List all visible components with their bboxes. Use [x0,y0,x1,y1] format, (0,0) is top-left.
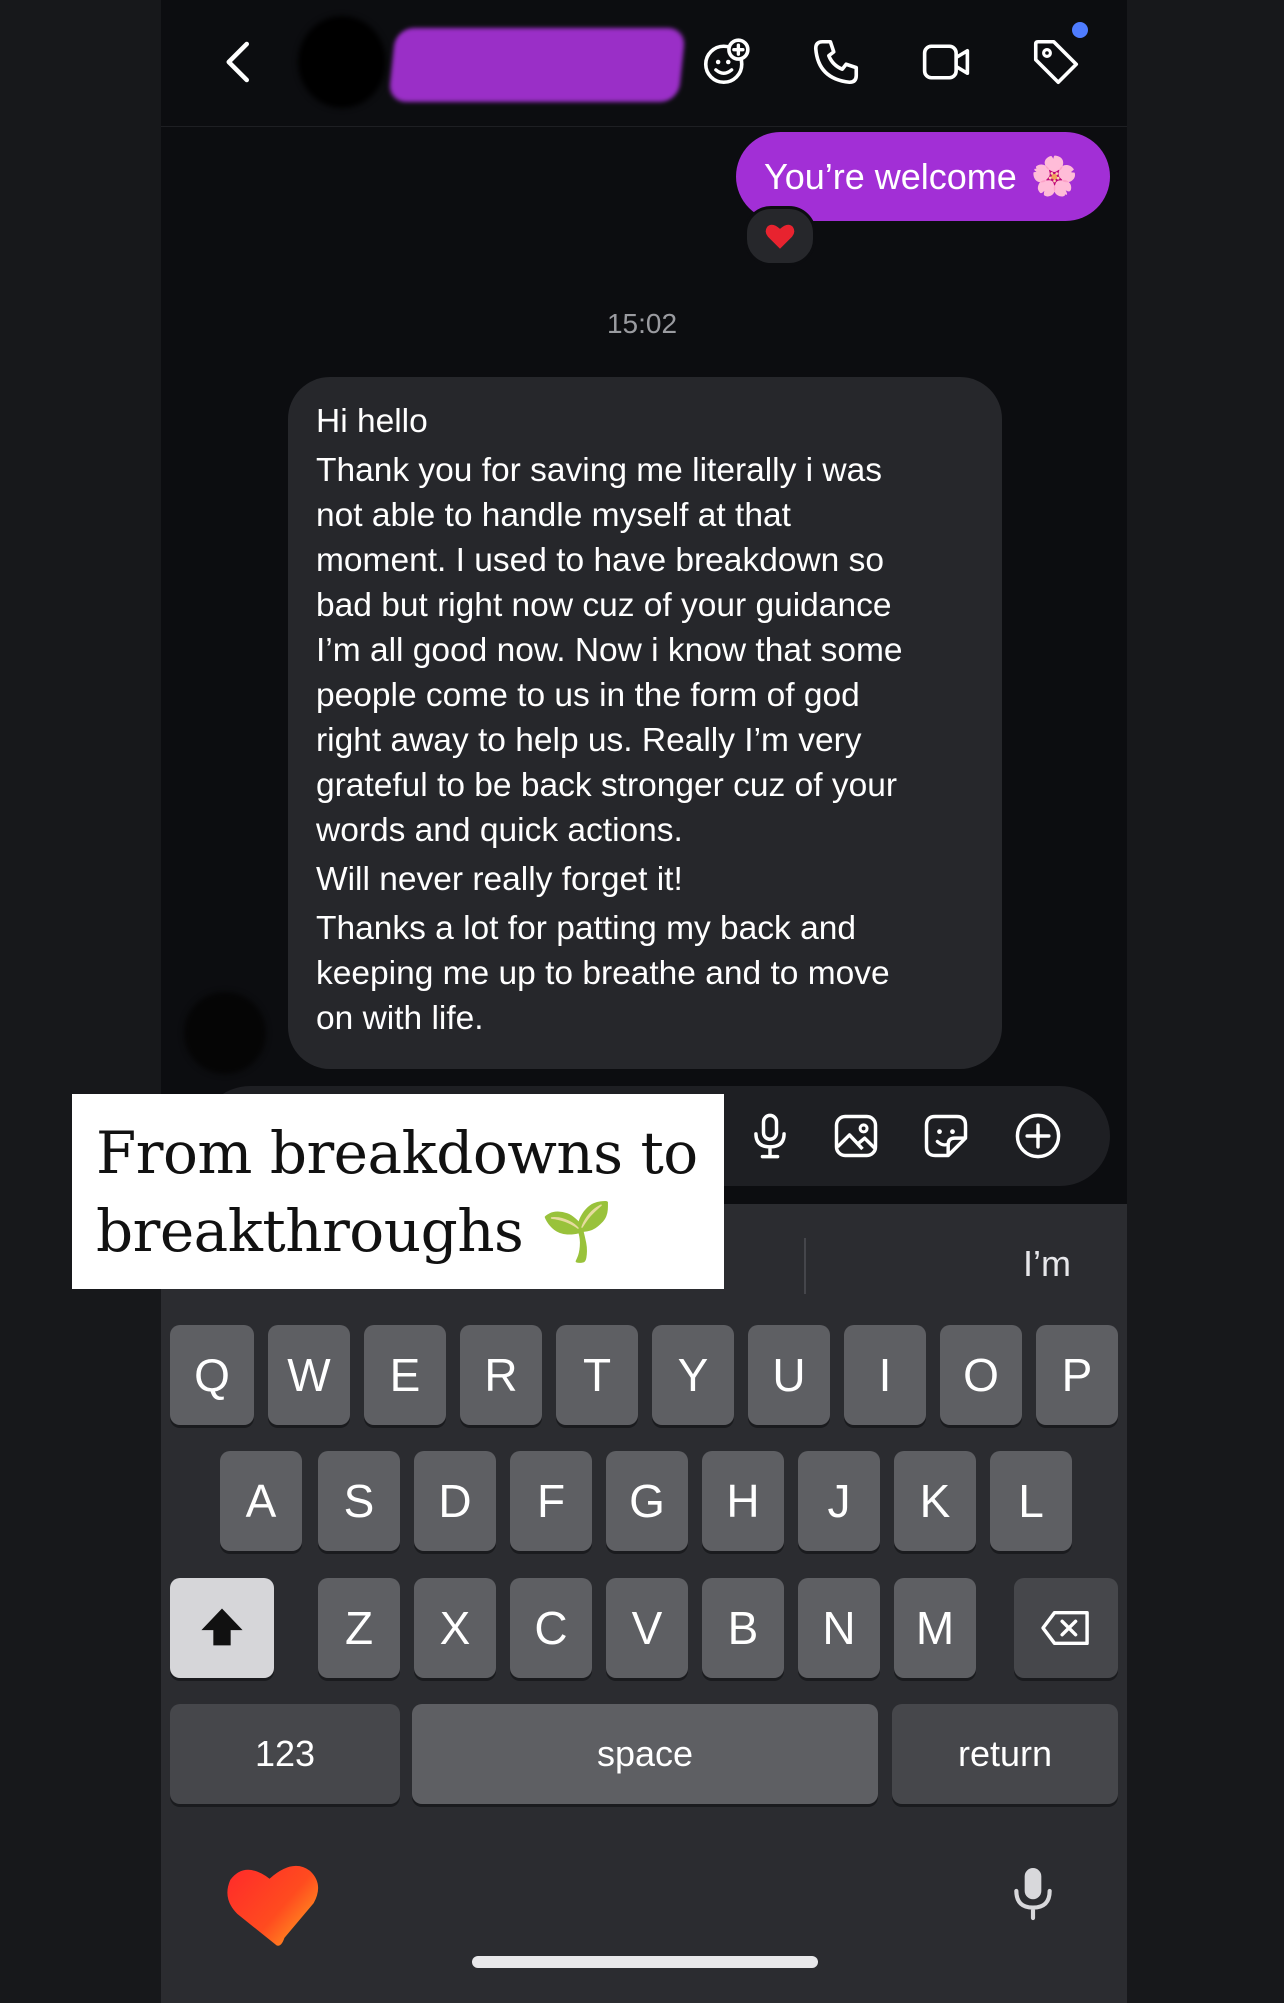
key-w[interactable]: W [268,1325,350,1425]
sticker-button[interactable] [918,1108,974,1164]
message-line: Thank you for saving me literally i was [316,452,882,489]
call-button[interactable] [806,32,866,92]
shift-arrow-icon [201,1608,243,1646]
video-icon [922,44,970,80]
key-d[interactable]: D [414,1451,496,1551]
key-x[interactable]: X [414,1578,496,1678]
message-timestamp: 15:02 [606,308,678,339]
video-call-button[interactable] [916,32,976,92]
caption-line-2: breakthroughs 🌱 [96,1192,724,1270]
key-z[interactable]: Z [318,1578,400,1678]
caption-line-2-text: breakthroughs [96,1197,524,1265]
space-key[interactable]: space [412,1704,878,1804]
key-q[interactable]: Q [170,1325,254,1425]
tag-button[interactable] [1026,32,1086,92]
add-effects-icon [703,38,750,85]
dictation-microphone-icon [1014,1868,1052,1921]
key-v[interactable]: V [606,1578,688,1678]
message-line: Thanks a lot for patting my back and [316,910,857,947]
phone-icon [813,39,859,85]
key-e[interactable]: E [364,1325,446,1425]
notification-dot [1072,22,1088,38]
message-line: words and quick actions. [316,812,683,849]
message-line: on with life. [316,1000,484,1037]
message-line: keeping me up to breathe and to move [316,955,890,992]
numbers-key[interactable]: 123 [170,1704,400,1804]
message-line: I’m all good now. Now i know that some [316,632,903,669]
key-a[interactable]: A [220,1451,302,1551]
key-y[interactable]: Y [652,1325,734,1425]
key-l[interactable]: L [990,1451,1072,1551]
gradient-heart-icon [227,1865,319,1946]
incoming-message[interactable]: Hi hello Thank you for saving me literal… [288,377,1002,1069]
message-line: moment. I used to have breakdown so [316,542,884,579]
key-m[interactable]: M [894,1578,976,1678]
caption-line-1: From breakdowns to [96,1119,698,1187]
key-p[interactable]: P [1036,1325,1118,1425]
sender-avatar[interactable] [184,992,266,1074]
voice-message-button[interactable] [742,1108,798,1164]
contact-name-redacted[interactable] [388,28,686,102]
contact-avatar[interactable] [298,16,386,108]
flower-emoji: 🌸 [1030,155,1079,198]
key-b[interactable]: B [702,1578,784,1678]
message-line: people come to us in the form of god [316,677,860,714]
key-k[interactable]: K [894,1451,976,1551]
key-n[interactable]: N [798,1578,880,1678]
seedling-emoji: 🌱 [541,1197,613,1265]
message-line: right away to help us. Really I’m very [316,722,862,759]
effects-button[interactable] [696,32,756,92]
microphone-icon [754,1113,786,1159]
key-i[interactable]: I [844,1325,926,1425]
backspace-key[interactable] [1014,1578,1118,1678]
home-indicator[interactable] [472,1956,818,1968]
key-f[interactable]: F [510,1451,592,1551]
tag-icon [1033,39,1079,85]
outgoing-message-text: You’re welcome [764,155,1017,197]
dictation-button[interactable] [1004,1858,1062,1928]
heart-reaction-icon [765,224,795,249]
shift-key[interactable] [170,1578,274,1678]
message-line: grateful to be back stronger cuz of your [316,767,897,804]
more-button[interactable] [1010,1108,1066,1164]
key-j[interactable]: J [798,1451,880,1551]
key-r[interactable]: R [460,1325,542,1425]
message-line: not able to handle myself at that [316,497,791,534]
key-u[interactable]: U [748,1325,830,1425]
key-s[interactable]: S [318,1451,400,1551]
return-key[interactable]: return [892,1704,1118,1804]
gallery-button[interactable] [828,1108,884,1164]
message-line: bad but right now cuz of your guidance [316,587,892,624]
gallery-icon [834,1114,878,1158]
message-line: Hi hello [316,403,428,440]
key-o[interactable]: O [940,1325,1022,1425]
chevron-left-icon [226,41,249,83]
key-t[interactable]: T [556,1325,638,1425]
key-h[interactable]: H [702,1451,784,1551]
back-button[interactable] [210,32,270,92]
plus-circle-icon [1015,1113,1061,1159]
message-line: Will never really forget it! [316,861,683,898]
sticker-icon [924,1114,968,1158]
suggestion-word[interactable]: I’m [806,1204,1284,1324]
key-g[interactable]: G [606,1451,688,1551]
backspace-icon [1041,1610,1089,1646]
like-heart-button[interactable] [222,1852,328,1952]
key-c[interactable]: C [510,1578,592,1678]
caption-overlay: From breakdowns to breakthroughs 🌱 [72,1094,724,1289]
reaction-badge[interactable]: ❤️ [744,206,816,266]
